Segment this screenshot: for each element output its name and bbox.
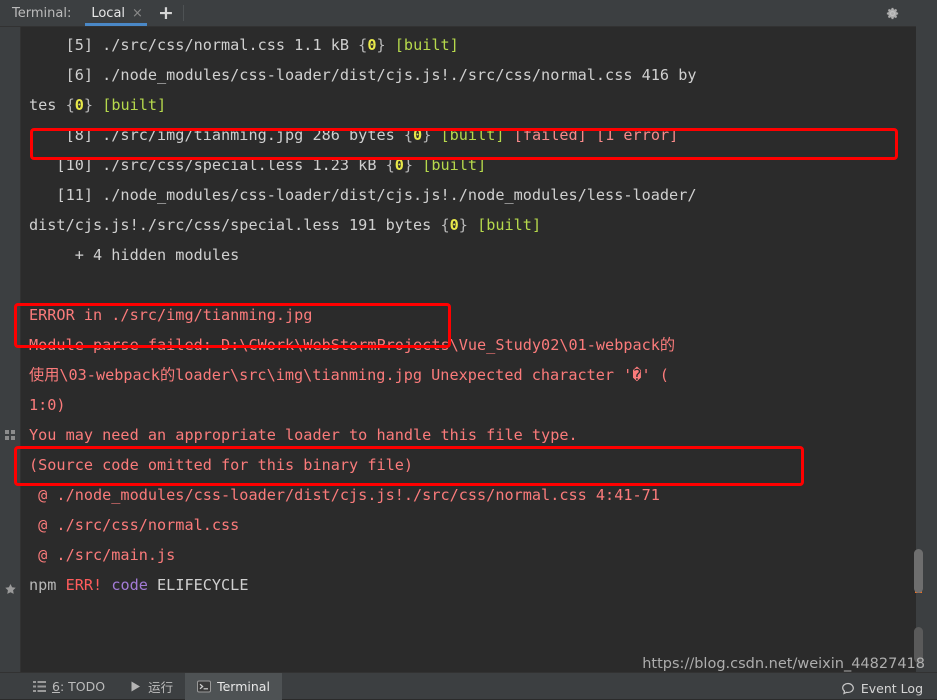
terminal-line: tes {0} [built] [29, 90, 916, 120]
terminal-text: @ ./src/main.js [29, 546, 176, 564]
terminal-text: } [83, 96, 103, 114]
terminal-text: [5] ./src/css/normal.css 1.1 kB [29, 36, 359, 54]
run-label: 运行 [148, 679, 174, 695]
terminal-output[interactable]: [5] ./src/css/normal.css 1.1 kB {0} [bui… [21, 27, 916, 672]
todo-list-icon [33, 680, 46, 693]
terminal-line [29, 270, 916, 300]
terminal-tool-window-header: Terminal: Local × + [0, 0, 937, 27]
terminal-text: [11] ./node_modules/css-loader/dist/cjs.… [29, 186, 697, 204]
todo-index: 6 [52, 678, 60, 694]
terminal-text: npm [29, 576, 66, 594]
terminal-line: [5] ./src/css/normal.css 1.1 kB {0} [bui… [29, 30, 916, 60]
terminal-text: 0 [394, 156, 404, 174]
terminal-line: @ ./src/css/normal.css [29, 510, 916, 540]
terminal-text: { [385, 156, 395, 174]
terminal-text: [built] [422, 156, 487, 174]
terminal-text: 0 [449, 216, 459, 234]
add-terminal-tab-button[interactable]: + [151, 0, 181, 26]
terminal-text: 0 [74, 96, 84, 114]
terminal-line: Module parse failed: D:\CWork\WebStormPr… [29, 330, 916, 360]
terminal-line: npm ERR! code ELIFECYCLE [29, 570, 916, 600]
terminal-text: [built] [477, 216, 542, 234]
terminal-tab-local[interactable]: Local × [81, 0, 151, 26]
terminal-text: (Source code omitted for this binary fil… [29, 456, 414, 474]
terminal-line: [8] ./src/img/tianming.jpg 286 bytes {0}… [29, 120, 916, 150]
toolbar-divider [182, 5, 184, 21]
terminal-text: + 4 hidden modules [29, 246, 240, 264]
terminal-line: + 4 hidden modules [29, 240, 916, 270]
gear-icon[interactable] [877, 0, 907, 26]
terminal-text: tes [29, 96, 66, 114]
terminal-text: [built] [394, 36, 459, 54]
terminal-text: ERR! [65, 576, 103, 594]
terminal-text: 使用\03-webpack的loader\src\img\tianming.jp… [29, 366, 669, 384]
terminal-text: [failed] [513, 126, 587, 144]
terminal-line: @ ./node_modules/css-loader/dist/cjs.js!… [29, 480, 916, 510]
star-icon [5, 584, 16, 594]
scrollbar-thumb-secondary[interactable] [914, 627, 923, 663]
terminal-scrollbar-track[interactable] [914, 27, 931, 672]
terminal-text: } [376, 36, 395, 54]
todo-label: : TODO [59, 678, 106, 694]
terminal-text: [built] [102, 96, 167, 114]
terminal-text: @ ./node_modules/css-loader/dist/cjs.js!… [29, 486, 660, 504]
statusbar-item-run[interactable]: 运行 [117, 673, 185, 700]
terminal-text: [8] ./src/img/tianming.jpg 286 bytes [29, 126, 404, 144]
terminal-text: [1 error] [595, 126, 679, 144]
terminal-text: } [458, 216, 478, 234]
terminal-text: Module parse failed: D:\CWork\WebStormPr… [29, 336, 676, 354]
terminal-text: dist/cjs.js!./src/css/special.less 191 b… [29, 216, 441, 234]
terminal-text: } [422, 126, 441, 144]
terminal-line: [10] ./src/css/special.less 1.23 kB {0} … [29, 150, 916, 180]
terminal-text: [built] [440, 126, 505, 144]
terminal-text: code [111, 576, 148, 594]
terminal-text: [10] ./src/css/special.less 1.23 kB [29, 156, 386, 174]
event-log-label: Event Log [860, 681, 923, 696]
terminal-text: } [403, 156, 423, 174]
statusbar-item-event-log[interactable]: Event Log [841, 681, 923, 696]
terminal-text: [6] ./node_modules/css-loader/dist/cjs.j… [29, 66, 697, 84]
terminal-line: (Source code omitted for this binary fil… [29, 450, 916, 480]
terminal-text: You may need an appropriate loader to ha… [29, 426, 578, 444]
terminal-tab-label: Local [91, 5, 126, 21]
structure-icon [5, 430, 15, 440]
terminal-text: ERROR in ./src/img/tianming.jpg [29, 306, 313, 324]
terminal-text: 1:0) [29, 396, 66, 414]
close-icon[interactable]: × [132, 7, 143, 20]
statusbar-item-terminal[interactable]: Terminal [185, 672, 282, 700]
status-bar: 6: TODO 运行 Terminal [0, 672, 937, 700]
terminal-line: You may need an appropriate loader to ha… [29, 420, 916, 450]
terminal-text: { [403, 126, 414, 144]
terminal-text: { [358, 36, 368, 54]
terminal-label: Terminal [217, 678, 270, 694]
left-tool-window-stripe: 7: Structure 2: Favorites [0, 27, 21, 672]
event-log-icon [841, 682, 855, 695]
window-right-edge [931, 0, 937, 699]
terminal-icon [197, 680, 212, 693]
terminal-text: { [65, 96, 75, 114]
terminal-text: @ ./src/css/normal.css [29, 516, 240, 534]
terminal-line: ERROR in ./src/img/tianming.jpg [29, 300, 916, 330]
terminal-text: ELIFECYCLE [147, 576, 249, 594]
scrollbar-thumb[interactable] [914, 549, 923, 593]
terminal-line: 1:0) [29, 390, 916, 420]
terminal-line: [6] ./node_modules/css-loader/dist/cjs.j… [29, 60, 916, 90]
terminal-line: @ ./src/main.js [29, 540, 916, 570]
terminal-line: dist/cjs.js!./src/css/special.less 191 b… [29, 210, 916, 240]
terminal-text: { [440, 216, 450, 234]
tool-window-title: Terminal: [12, 5, 72, 21]
terminal-line: [11] ./node_modules/css-loader/dist/cjs.… [29, 180, 916, 210]
terminal-text: 0 [413, 126, 423, 144]
play-icon [129, 680, 142, 693]
terminal-line: 使用\03-webpack的loader\src\img\tianming.jp… [29, 360, 916, 390]
statusbar-item-todo[interactable]: 6: TODO [21, 673, 117, 700]
